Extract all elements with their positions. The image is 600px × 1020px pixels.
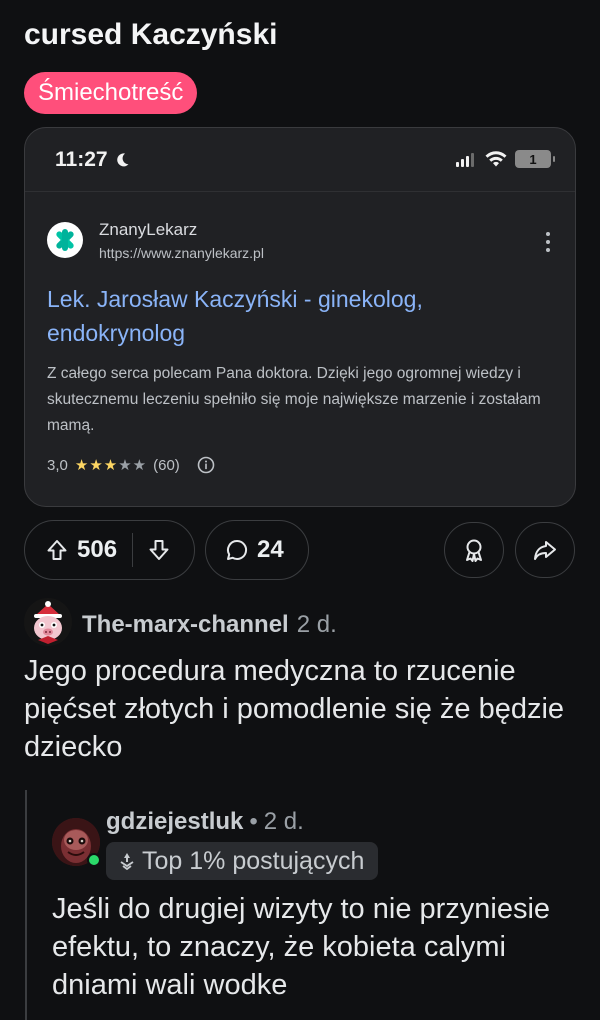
comment-age: 2 d. bbox=[296, 611, 337, 638]
award-button[interactable] bbox=[444, 522, 504, 578]
star-empty-icon: ★ bbox=[132, 457, 147, 474]
battery-icon: 1 bbox=[515, 150, 555, 168]
thread-line[interactable] bbox=[25, 790, 27, 1020]
post-flair[interactable]: Śmiechotreść bbox=[24, 72, 198, 114]
signal-icon bbox=[456, 153, 474, 167]
meta-separator: • bbox=[249, 808, 258, 835]
result-title-link[interactable]: Lek. Jarosław Kaczyński - ginekolog, end… bbox=[47, 282, 547, 350]
moon-icon bbox=[116, 153, 129, 167]
star-empty-icon: ★ bbox=[118, 457, 132, 474]
star-filled-icon: ★ bbox=[89, 457, 103, 474]
comment-body: Jego procedura medyczna to rzucenie pięć… bbox=[24, 655, 565, 763]
avatar-pig-icon bbox=[24, 598, 72, 646]
user-flair: Top 1% postujących bbox=[106, 842, 379, 880]
reply-age: 2 d. bbox=[263, 808, 304, 835]
vote-divider bbox=[132, 533, 134, 567]
reply-author[interactable]: gdziejestluk bbox=[106, 808, 243, 836]
reply-meta: gdziejestluk • 2 d. bbox=[106, 808, 304, 836]
znanylekarz-logo-icon bbox=[56, 229, 74, 251]
rating-stars: ★ ★ ★ ★ ★ bbox=[75, 456, 146, 474]
arrow-down-icon[interactable] bbox=[147, 538, 171, 562]
speech-bubble-icon bbox=[227, 539, 248, 560]
result-site-url: https://www.znanylekarz.pl bbox=[99, 245, 264, 261]
avatar[interactable] bbox=[24, 598, 72, 646]
wifi-icon bbox=[485, 151, 507, 167]
comment-meta: The-marx-channel 2 d. bbox=[82, 611, 337, 639]
rating-value: 3,0 bbox=[47, 456, 68, 474]
more-options-icon[interactable] bbox=[545, 232, 551, 252]
comments-button[interactable]: 24 bbox=[205, 520, 309, 580]
znanylekarz-logo bbox=[47, 222, 83, 258]
top-poster-icon bbox=[120, 853, 134, 870]
rating-count: (60) bbox=[153, 456, 180, 474]
vote-count: 506 bbox=[77, 536, 118, 563]
online-status-dot bbox=[87, 853, 101, 867]
result-rating: 3,0 ★ ★ ★ ★ ★ (60) bbox=[47, 456, 215, 474]
phone-status-bar: 11:27 1 bbox=[25, 128, 575, 192]
share-icon bbox=[534, 541, 556, 560]
share-button[interactable] bbox=[515, 522, 575, 578]
award-icon bbox=[466, 539, 482, 562]
status-icons: 1 bbox=[455, 150, 555, 168]
embedded-screenshot[interactable]: 11:27 1 ZnanyLekarz https://www.znanylek… bbox=[24, 127, 576, 507]
result-site-name: ZnanyLekarz bbox=[99, 220, 198, 239]
comment-count: 24 bbox=[257, 536, 284, 563]
status-time: 11:27 bbox=[55, 148, 130, 172]
vote-control: 506 bbox=[24, 520, 195, 580]
info-icon[interactable] bbox=[197, 456, 215, 474]
star-filled-icon: ★ bbox=[103, 457, 118, 474]
status-time-text: 11:27 bbox=[55, 148, 108, 171]
arrow-up-icon[interactable] bbox=[45, 538, 69, 562]
star-filled-icon: ★ bbox=[74, 457, 89, 474]
comment-author[interactable]: The-marx-channel bbox=[82, 611, 289, 639]
post-title: cursed Kaczyński bbox=[24, 18, 278, 51]
reply-body: Jeśli do drugiej wizyty to nie przyniesi… bbox=[52, 893, 551, 1001]
user-flair-text: Top 1% postujących bbox=[142, 846, 365, 875]
result-snippet: Z całego serca polecam Pana doktora. Dzi… bbox=[47, 365, 541, 434]
